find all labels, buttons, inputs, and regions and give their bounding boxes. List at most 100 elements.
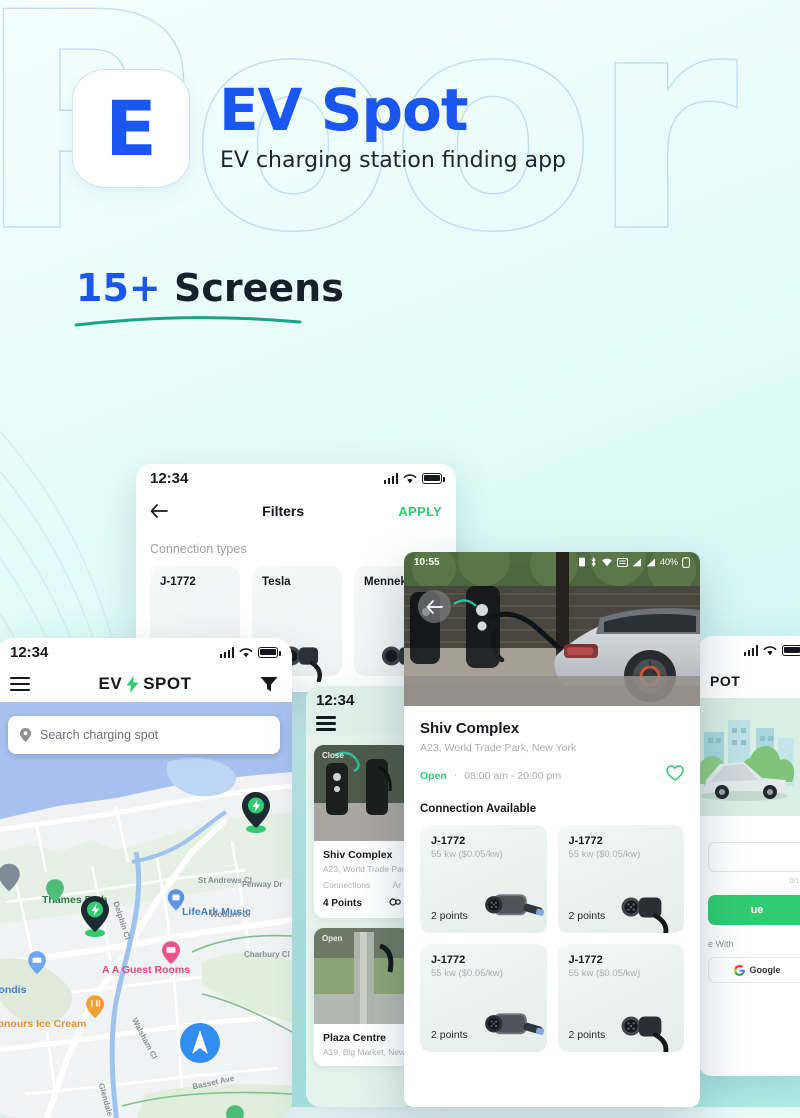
wifi-icon [239, 647, 253, 657]
hamburger-menu-icon[interactable] [316, 716, 336, 731]
ev-connector-icon [621, 1016, 669, 1052]
charging-station-photo [404, 552, 700, 706]
lightning-bolt-icon [126, 675, 139, 693]
detail-open-status: Open [420, 769, 447, 782]
map-user-location-icon[interactable] [179, 1022, 221, 1064]
battery-icon [258, 646, 281, 658]
phone-list-screen[interactable]: 12:34 Close Shiv Complex A23, World Trad… [306, 686, 418, 1107]
map-pin-charger[interactable] [78, 894, 112, 938]
map-pin-poi[interactable] [44, 878, 66, 906]
app-logo-letter: E [105, 83, 157, 173]
filters-status-bar: 12:34 [136, 464, 456, 492]
connection-card[interactable]: J-1772 55 kw ($0.05/kw) 2 points [420, 944, 547, 1052]
signup-google-label: Google [749, 965, 781, 975]
connection-type: J-1772 [431, 954, 466, 966]
map-label: Fenway Dr [242, 880, 283, 889]
heart-outline-icon [666, 765, 684, 781]
screens-underline-icon [74, 316, 302, 327]
screens-label: Screens [173, 266, 344, 310]
map-canvas[interactable]: Search charging spot St Andrews Cl Thame… [0, 702, 292, 1118]
brand-title: EV Spot [219, 76, 469, 144]
list-item[interactable]: Close Shiv Complex A23, World Trade Park… [314, 744, 410, 918]
signup-divider-label: e With [708, 939, 734, 949]
phone-detail-screen[interactable]: 10:55 40% Shiv Complex A23, World Trade … [404, 552, 700, 1107]
map-pin-poi[interactable] [160, 940, 182, 968]
brand-tagline: EV charging station finding app [220, 148, 566, 173]
wifi-icon [403, 473, 417, 483]
list-item-badge: Close [322, 750, 344, 760]
map-label: Charbury Cl [244, 950, 290, 959]
battery-icon [782, 644, 800, 656]
map-label: Woburn Cl [210, 910, 251, 919]
list-item-image: Open [314, 927, 410, 1024]
arrow-left-icon[interactable] [150, 504, 168, 518]
map-logo-left: EV [98, 674, 123, 693]
filters-apply-button[interactable]: APPLY [398, 504, 442, 519]
signup-status-bar [698, 636, 800, 664]
connection-points: 2 points [568, 1029, 606, 1041]
detail-section-title: Connection Available [420, 803, 537, 815]
list-item-image: Close [314, 744, 410, 841]
map-pin-poi[interactable] [0, 862, 22, 896]
funnel-filter-icon[interactable] [260, 676, 278, 692]
ev-connector-icon [484, 1013, 544, 1035]
map-pin-poi[interactable] [166, 888, 186, 914]
detail-battery-percent: 40% [659, 557, 678, 567]
map-nav-bar: EV SPOT [0, 666, 292, 702]
battery-icon [422, 472, 445, 484]
map-search-bar[interactable]: Search charging spot [8, 716, 280, 754]
list-item-address: A19, Big Market, New Y [323, 1046, 410, 1057]
map-pin-poi[interactable] [26, 950, 48, 978]
list-item[interactable]: Open Plaza Centre A19, Big Market, New Y [314, 927, 410, 1066]
arrow-left-icon [426, 599, 443, 614]
map-label: Londis [0, 984, 27, 996]
signup-continue-button[interactable]: ue [708, 895, 800, 925]
map-status-bar: 12:34 [0, 638, 292, 666]
list-item-badge: Open [322, 933, 343, 943]
hamburger-menu-icon[interactable] [10, 676, 30, 692]
connection-spec: 55 kw ($0.05/kw) [431, 968, 503, 979]
wifi-icon [763, 645, 777, 655]
connection-spec: 55 kw ($0.05/kw) [568, 968, 641, 979]
detail-favorite-button[interactable] [666, 765, 684, 786]
detail-hours: 08:00 am - 20:00 pm [464, 769, 562, 782]
detail-status-bar: 10:55 40% [404, 552, 700, 572]
connection-card[interactable]: J-1772 55 kw ($0.05/kw) 2 points [420, 825, 547, 933]
connection-card[interactable]: J-1772 55 kw ($0.05/kw) 2 points [557, 944, 684, 1052]
list-item-meta-key-2: Ar [392, 879, 402, 890]
list-item-name: Plaza Centre [323, 1031, 387, 1044]
signup-nav-bar: POT [698, 664, 800, 698]
map-search-input[interactable]: Search charging spot [40, 728, 158, 742]
filter-card-label: J-1772 [160, 576, 196, 588]
app-logo: E [72, 69, 190, 188]
signup-logo: POT [710, 673, 741, 689]
signup-char-count: 0/10 [789, 876, 800, 885]
phone-signup-screen[interactable]: POT 0/10 ue e With Goog [698, 636, 800, 1076]
connection-spec: 55 kw ($0.05/kw) [568, 849, 641, 860]
map-label: Honours Ice Cream [0, 1018, 87, 1030]
list-item-meta-value: 4 Points [323, 897, 362, 909]
connection-spec: 55 kw ($0.05/kw) [431, 849, 503, 860]
signup-google-button[interactable]: Google [708, 957, 800, 983]
battery-icon [682, 556, 690, 568]
map-pin-poi[interactable] [84, 994, 106, 1022]
list-item-meta-key: Connections [323, 879, 371, 890]
connection-type: J-1772 [568, 954, 603, 966]
vpn-icon [616, 557, 628, 567]
connector-icon [389, 898, 401, 906]
map-pin-poi[interactable] [224, 1104, 246, 1118]
wifi-icon [602, 558, 612, 567]
bluetooth-icon [591, 557, 596, 567]
signup-input[interactable] [708, 842, 800, 872]
list-status-time: 12:34 [316, 692, 355, 709]
filters-title: Filters [262, 503, 305, 519]
detail-back-button[interactable] [418, 590, 451, 623]
map-pin-charger[interactable] [239, 790, 273, 834]
connection-card[interactable]: J-1772 55 kw ($0.05/kw) 2 points [557, 825, 684, 933]
sim-icon [578, 557, 585, 567]
detail-station-name: Shiv Complex [420, 720, 520, 737]
phone-map-screen[interactable]: 12:34 EV SPOT Search charging spot St An… [0, 638, 292, 1118]
connection-type: J-1772 [431, 835, 466, 847]
connection-type: J-1772 [568, 835, 603, 847]
screens-count-block: 15+ Screens [74, 266, 344, 327]
